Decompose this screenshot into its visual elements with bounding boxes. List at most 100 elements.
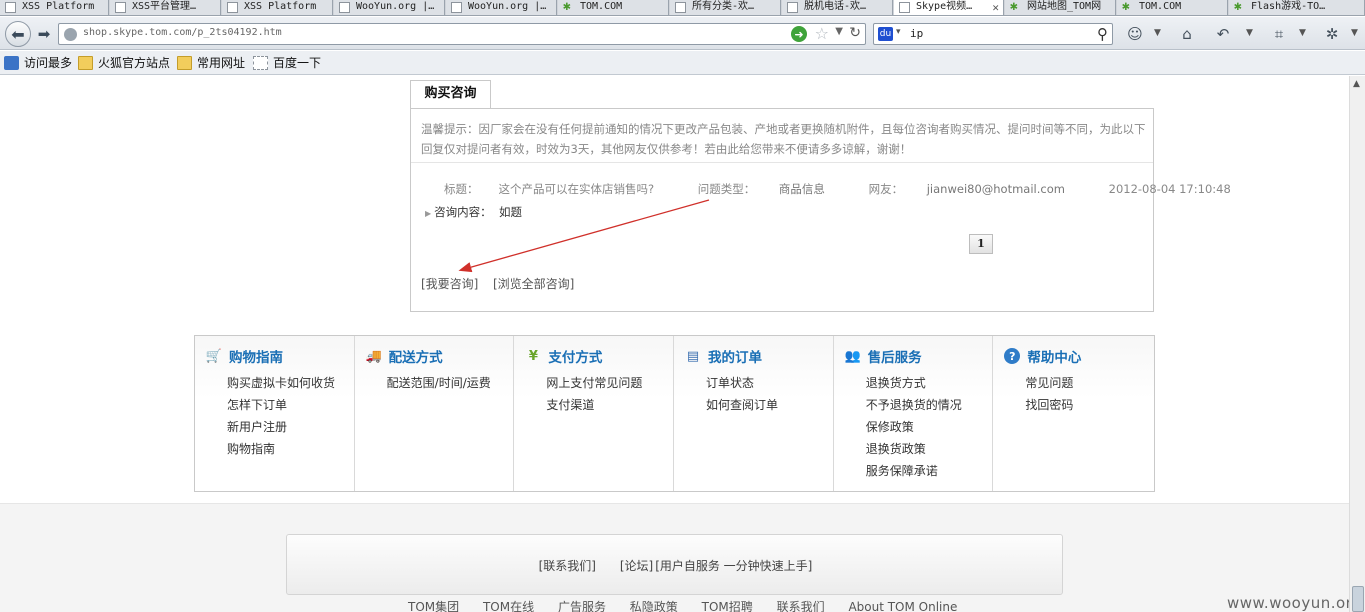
footer-link[interactable]: 广告服务	[558, 600, 606, 612]
tab-label: XSS平台管理…	[132, 1, 197, 12]
help-link[interactable]: 常见问题	[1025, 372, 1073, 394]
browser-tab[interactable]: XSS Platform	[222, 0, 333, 15]
tom-icon: ✱	[1010, 0, 1018, 14]
folder-icon	[78, 56, 93, 70]
help-title: 售后服务	[867, 350, 922, 366]
service-icon: 👥	[844, 348, 861, 364]
greasemonkey-icon[interactable]: ☺	[1126, 25, 1144, 43]
browser-tab[interactable]: XSS Platform	[0, 0, 109, 15]
chevron-down-icon[interactable]: ▼	[1351, 28, 1358, 38]
chevron-down-icon[interactable]: ▾	[896, 27, 901, 37]
help-column-help-center: ? 帮助中心 常见问题 找回密码	[993, 336, 1154, 491]
chevron-down-icon[interactable]: ▼	[1154, 28, 1161, 38]
help-link[interactable]: 购买虚拟卡如何收货	[227, 372, 335, 394]
all-consult-link[interactable]: [浏览全部咨询]	[493, 275, 574, 292]
browser-tab[interactable]: 脱机电话-欢…	[782, 0, 893, 15]
help-link[interactable]: 保修政策	[866, 416, 962, 438]
star-icon[interactable]: ☆	[815, 24, 829, 43]
footer-link[interactable]: About TOM Online	[848, 600, 957, 612]
footer-link[interactable]: TOM招聘	[702, 600, 753, 612]
bookmark-common-urls[interactable]: 常用网址	[177, 55, 245, 71]
pagination-page[interactable]: 1	[969, 234, 993, 254]
question-type: 问题类型： 商品信息	[698, 182, 845, 196]
browser-tab[interactable]: ✱ 网站地图_TOM网	[1005, 0, 1116, 15]
forward-button[interactable]: ➡	[35, 25, 53, 43]
question-meta: 标题： 这个产品可以在实体店销售吗? 问题类型： 商品信息 网友： jianwei…	[444, 181, 1251, 197]
help-title: 帮助中心	[1027, 350, 1082, 366]
help-link[interactable]: 服务保障承诺	[866, 460, 962, 482]
page-viewport: 购买咨询 温馨提示：因厂家会在没有任何提前通知的情况下更改产品包装、产地或者更换…	[0, 76, 1349, 612]
help-title: 支付方式	[548, 350, 603, 366]
reload-icon[interactable]: ↻	[849, 25, 861, 41]
browser-tab[interactable]: WooYun.org |…	[446, 0, 557, 15]
bookmarks-bar: 访问最多 火狐官方站点 常用网址 百度一下	[0, 51, 1365, 75]
type-label: 问题类型：	[697, 182, 756, 196]
history-icon[interactable]: ↶	[1214, 25, 1232, 43]
help-grid: 🛒 购物指南 购买虚拟卡如何收货 怎样下订单 新用户注册 购物指南 🚚 配送方式…	[194, 335, 1155, 492]
help-link[interactable]: 网上支付常见问题	[546, 372, 642, 394]
my-consult-link[interactable]: [我要咨询]	[421, 275, 478, 292]
scroll-thumb[interactable]	[1352, 586, 1364, 612]
go-icon[interactable]: ➜	[791, 26, 807, 42]
chevron-down-icon[interactable]: ▼	[1299, 28, 1306, 38]
bookmark-most-visited[interactable]: 访问最多	[4, 55, 72, 71]
help-link[interactable]: 退换货政策	[866, 438, 962, 460]
footer-link[interactable]: TOM集团	[408, 600, 459, 612]
crop-icon[interactable]: ⌗	[1270, 25, 1288, 43]
title-value: 这个产品可以在实体店销售吗?	[498, 182, 655, 196]
search-bar[interactable]: du ▾ ip ⚲	[873, 23, 1113, 45]
back-button[interactable]: ⬅	[5, 21, 31, 47]
page-icon	[253, 56, 268, 70]
scroll-up-icon[interactable]: ▲	[1353, 79, 1360, 89]
footer-link[interactable]: 联系我们	[777, 600, 825, 612]
chevron-down-icon[interactable]: ▼	[1246, 28, 1253, 38]
vertical-scrollbar[interactable]: ▲	[1349, 76, 1365, 612]
url-bar[interactable]: shop.skype.tom.com/p_2ts04192.htm ➜ ☆ ▼ …	[58, 23, 866, 45]
close-icon[interactable]: ✕	[992, 1, 999, 15]
search-input[interactable]: ip	[910, 27, 923, 40]
browser-tab[interactable]: ✱ Flash游戏-TO…	[1229, 0, 1365, 15]
url-text[interactable]: shop.skype.tom.com/p_2ts04192.htm	[83, 27, 282, 38]
help-link[interactable]: 不予退换货的情况	[866, 394, 962, 416]
bookmark-label: 火狐官方站点	[98, 56, 171, 70]
help-column-after-sales: 👥 售后服务 退换货方式 不予退换货的情况 保修政策 退换货政策 服务保障承诺	[834, 336, 994, 491]
baidu-icon[interactable]: du	[878, 27, 893, 41]
content-label: 咨询内容：	[434, 205, 492, 219]
browser-tab[interactable]: ✱ TOM.COM	[558, 0, 669, 15]
question-content[interactable]: ▶ 咨询内容： 如题	[425, 204, 522, 220]
browser-tab[interactable]: ✱ TOM.COM	[1117, 0, 1228, 15]
help-link[interactable]: 订单状态	[706, 372, 778, 394]
home-icon[interactable]: ⌂	[1178, 25, 1196, 43]
tab-label: TOM.COM	[1139, 1, 1182, 12]
user-value: jianwei80@hotmail.com	[926, 182, 1065, 196]
footer-link[interactable]: TOM在线	[483, 600, 534, 612]
help-title: 购物指南	[229, 350, 283, 366]
bug-icon[interactable]: ✲	[1323, 25, 1341, 43]
help-link[interactable]: 找回密码	[1025, 394, 1073, 416]
browser-tab[interactable]: WooYun.org |…	[334, 0, 445, 15]
help-link[interactable]: 如何查阅订单	[706, 394, 778, 416]
bookmark-baidu[interactable]: 百度一下	[253, 55, 321, 71]
browser-tab-active[interactable]: Skype视频… ✕	[894, 0, 1004, 15]
bookmark-firefox-site[interactable]: 火狐官方站点	[78, 55, 170, 71]
help-link[interactable]: 支付渠道	[546, 394, 642, 416]
notice-text: 温馨提示：因厂家会在没有任何提前通知的情况下更改产品包装、产地或者更换随机附件，…	[421, 122, 1146, 156]
bookmark-label: 百度一下	[273, 56, 322, 70]
help-link[interactable]: 退换货方式	[866, 372, 962, 394]
help-link[interactable]: 购物指南	[227, 438, 335, 460]
help-link[interactable]: 配送范围/时间/运费	[387, 372, 491, 394]
search-icon[interactable]: ⚲	[1097, 25, 1108, 43]
browser-tab[interactable]: XSS平台管理…	[110, 0, 221, 15]
tom-icon: ✱	[563, 0, 571, 14]
consult-tab[interactable]: 购买咨询	[410, 80, 491, 108]
help-link[interactable]: 怎样下订单	[227, 394, 335, 416]
help-link[interactable]: 新用户注册	[227, 416, 335, 438]
contact-link[interactable]: [联系我们]	[539, 559, 596, 573]
self-service-link[interactable]: [用户自服务 一分钟快速上手]	[655, 559, 812, 573]
watermark: www.wooyun.org	[1227, 594, 1349, 612]
forum-link[interactable]: [论坛]	[620, 559, 653, 573]
footer-link[interactable]: 私隐政策	[630, 600, 678, 612]
footer-box: [联系我们] [论坛] [用户自服务 一分钟快速上手]	[286, 534, 1063, 595]
browser-tab[interactable]: 所有分类-欢…	[670, 0, 781, 15]
chevron-down-icon[interactable]: ▼	[835, 26, 843, 37]
